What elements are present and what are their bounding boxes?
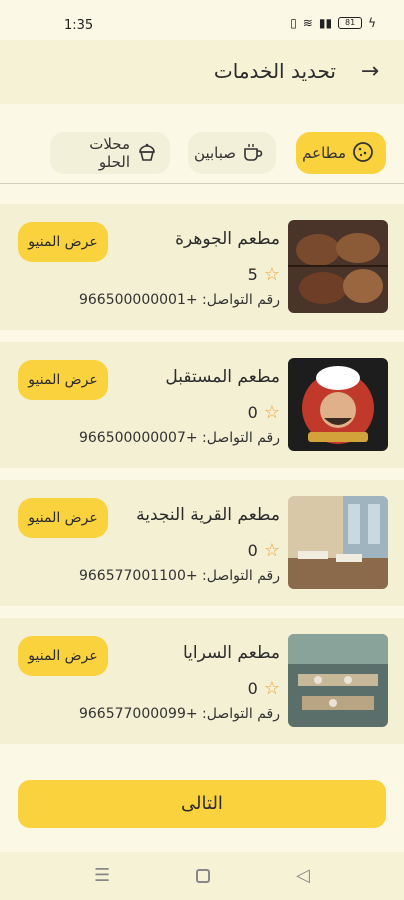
category-tabs: مطاعم صبابين محلات الحلو <box>0 104 404 184</box>
battery-icon: 81 <box>338 17 363 29</box>
rating-value: 0 <box>247 541 258 560</box>
coffee-cup-icon <box>242 141 264 166</box>
wifi-icon: ≋ <box>302 16 313 30</box>
restaurant-name: مطعم المستقبل <box>165 367 280 387</box>
page-title: تحديد الخدمات <box>213 59 336 83</box>
restaurant-card[interactable]: مطعم الجوهرة ☆ 5 رقم التواصل: +966500000… <box>0 204 404 330</box>
restaurant-name: مطعم القرية النجدية <box>136 505 280 525</box>
status-time: 1:35 <box>64 18 94 33</box>
home-icon[interactable] <box>196 869 210 883</box>
status-icons: ▯ ≋ ▮▮ 81 ϟ <box>290 16 376 30</box>
rating: ☆ 0 <box>248 540 280 561</box>
view-menu-button[interactable]: عرض المنيو <box>18 360 108 400</box>
restaurant-interior-photo <box>288 496 388 589</box>
grilled-chicken-photo <box>288 220 388 313</box>
signal-icon: ▮▮ <box>318 16 333 30</box>
contact-phone: رقم التواصل: +966577001100 <box>78 568 280 584</box>
rating: ☆ 5 <box>248 264 280 285</box>
restaurant-name: مطعم الجوهرة <box>175 229 280 249</box>
star-icon: ☆ <box>263 540 280 561</box>
tab-sweets[interactable]: محلات الحلو <box>50 132 170 174</box>
next-button[interactable]: التالى <box>18 780 386 828</box>
rating: ☆ 0 <box>248 402 280 423</box>
arrow-right-icon[interactable]: → <box>356 58 384 86</box>
contact-phone: رقم التواصل: +966577000099 <box>78 706 280 722</box>
tab-label: صبابين <box>194 144 236 162</box>
restaurant-card[interactable]: مطعم المستقبل ☆ 0 رقم التواصل: +96650000… <box>0 342 404 468</box>
app-bar: → تحديد الخدمات <box>0 40 404 104</box>
chef-logo <box>288 358 388 451</box>
vibrate-icon: ▯ <box>290 16 297 30</box>
rating: ☆ 0 <box>248 678 280 699</box>
view-menu-button[interactable]: عرض المنيو <box>18 636 108 676</box>
tab-label: محلات الحلو <box>89 135 130 171</box>
contact-phone: رقم التواصل: +966500000007 <box>78 430 280 446</box>
restaurant-name: مطعم السرايا <box>182 643 280 663</box>
system-nav-bar: ☰ ◁ <box>0 852 404 900</box>
restaurant-card[interactable]: مطعم السرايا ☆ 0 رقم التواصل: +966577000… <box>0 618 404 744</box>
rating-value: 5 <box>247 265 258 284</box>
charging-icon: ϟ <box>368 16 376 30</box>
back-triangle-icon[interactable]: ◁ <box>296 865 310 886</box>
status-bar: 1:35 ▯ ≋ ▮▮ 81 ϟ <box>0 0 404 40</box>
cupcake-icon <box>136 141 158 166</box>
star-icon: ☆ <box>263 678 280 699</box>
tab-restaurants[interactable]: مطاعم <box>296 132 386 174</box>
rating-value: 0 <box>247 679 258 698</box>
star-icon: ☆ <box>263 402 280 423</box>
cookie-icon <box>352 141 374 166</box>
restaurant-card[interactable]: مطعم القرية النجدية ☆ 0 رقم التواصل: +96… <box>0 480 404 606</box>
view-menu-button[interactable]: عرض المنيو <box>18 222 108 262</box>
view-menu-button[interactable]: عرض المنيو <box>18 498 108 538</box>
tab-cafes[interactable]: صبابين <box>188 132 276 174</box>
tab-label: مطاعم <box>302 144 346 162</box>
star-icon: ☆ <box>263 264 280 285</box>
contact-phone: رقم التواصل: +966500000001 <box>78 292 280 308</box>
rating-value: 0 <box>247 403 258 422</box>
recent-apps-icon[interactable]: ☰ <box>94 865 110 886</box>
dining-hall-photo <box>288 634 388 727</box>
